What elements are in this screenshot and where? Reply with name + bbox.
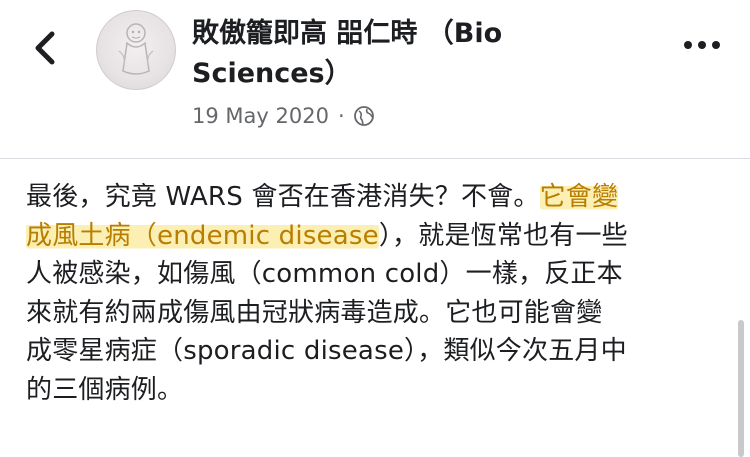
post-text-segment: 最後，究竟 WARS 會否在香港消失？不會。 xyxy=(26,182,540,212)
post-text-segment: ），就是恆常也有一些 xyxy=(378,220,628,251)
author-name-line2: Sciences） xyxy=(192,58,352,89)
back-button[interactable] xyxy=(26,26,66,70)
author-name[interactable]: 敗傲籠即高 㗊仁時 （Bio Sciences） xyxy=(192,14,632,94)
post-line-6: 的三個病例。 xyxy=(26,374,184,405)
more-options-button[interactable] xyxy=(680,30,724,60)
more-horizontal-icon xyxy=(684,41,720,49)
chevron-left-icon xyxy=(35,31,55,65)
post-header: 敗傲籠即高 㗊仁時 （Bio Sciences） 19 May 2020 · xyxy=(0,0,750,159)
highlighted-text: 成風土病（endemic disease xyxy=(26,220,379,251)
avatar-image xyxy=(118,23,154,75)
post-meta: 19 May 2020 · xyxy=(192,99,375,133)
author-name-line1: 敗傲籠即高 㗊仁時 （Bio xyxy=(192,18,503,49)
post-line-4: 來就有約兩成傷風由冠狀病毒造成。它也可能會變 xyxy=(26,297,603,328)
meta-separator: · xyxy=(337,104,345,128)
avatar[interactable] xyxy=(96,10,176,90)
post-line-1: 最後，究竟 WARS 會否在香港消失？不會。它會變 xyxy=(26,178,726,217)
globe-icon xyxy=(353,106,374,126)
scrollbar[interactable] xyxy=(738,320,744,457)
post-line-2: 成風土病（endemic disease），就是恆常也有一些 xyxy=(26,217,726,256)
post-date[interactable]: 19 May 2020 xyxy=(192,104,329,128)
highlighted-text: 它會變 xyxy=(539,182,619,212)
post-body: 最後，究竟 WARS 會否在香港消失？不會。它會變 成風土病（endemic d… xyxy=(26,178,726,409)
post-line-5: 成零星病症（sporadic disease），類似今次五月中 xyxy=(26,336,627,366)
post-line-3: 人被感染，如傷風（common cold）一樣，反正本 xyxy=(26,259,623,289)
